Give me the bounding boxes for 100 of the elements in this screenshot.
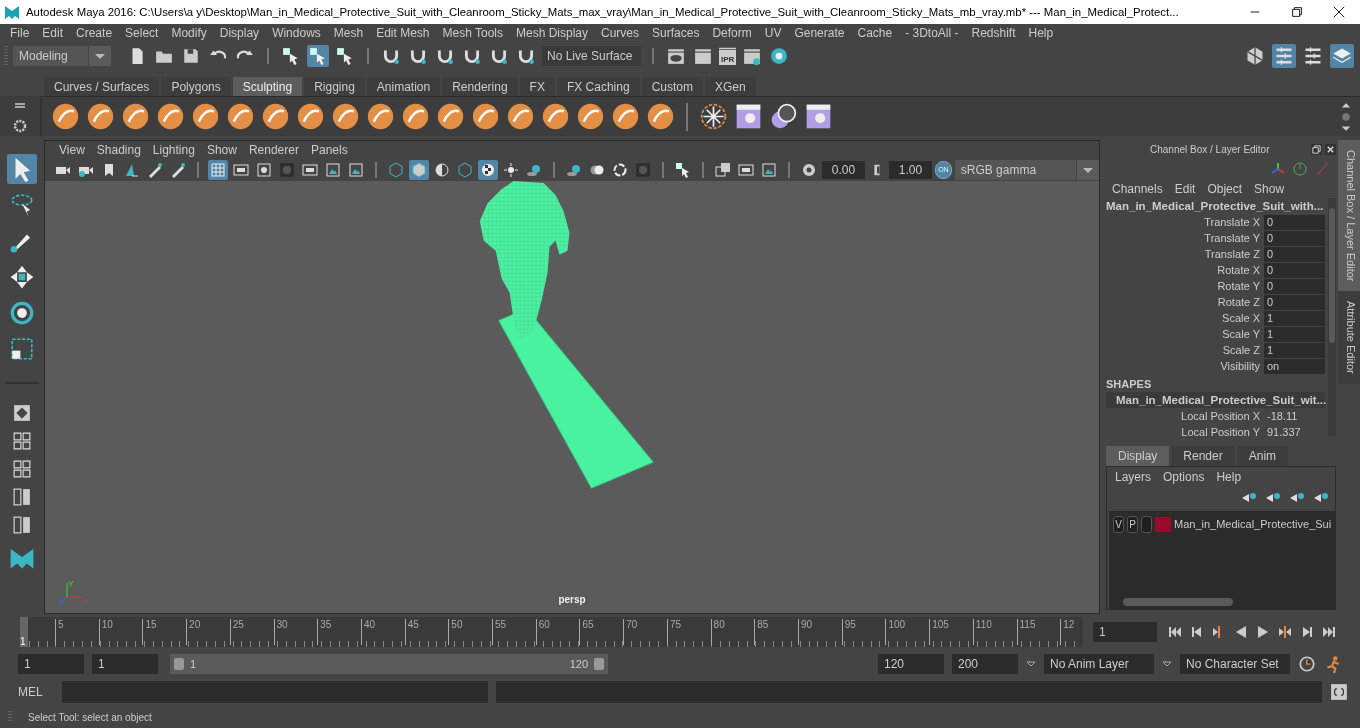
time-range-bar[interactable]: 1 120 xyxy=(170,654,608,674)
wire-cube-icon[interactable] xyxy=(386,160,406,180)
side-panel-tab[interactable]: Channel Box / Layer Editor xyxy=(1338,140,1360,292)
character-set-dropdown[interactable]: No Character Set xyxy=(1180,654,1290,674)
sculpt-brush-icon[interactable] xyxy=(190,101,221,132)
channel-name[interactable]: Rotate Z xyxy=(1106,296,1264,308)
channel-box-menu-item[interactable]: Edit xyxy=(1168,182,1202,196)
menu-item[interactable]: - 3DtoAll - xyxy=(899,26,965,40)
sculpt-brush-icon[interactable] xyxy=(400,101,431,132)
shape-name[interactable]: Man_in_Medical_Protective_Suit_wit... xyxy=(1106,392,1325,408)
running-figure-icon[interactable] xyxy=(1324,655,1342,673)
next-key-icon[interactable] xyxy=(1277,624,1293,640)
sculpt-brush-icon[interactable] xyxy=(50,101,81,132)
shelf-tab[interactable]: Rendering xyxy=(442,77,518,96)
command-input-field[interactable] xyxy=(62,681,488,703)
checker-icon[interactable] xyxy=(478,160,498,180)
close-icon[interactable] xyxy=(1325,143,1336,155)
sculpt-brush-icon[interactable] xyxy=(330,101,361,132)
channel-value-field[interactable]: 1 xyxy=(1264,342,1325,358)
layer-name[interactable]: Man_in_Medical_Protective_Sui xyxy=(1174,518,1332,530)
sculpt-brush-icon[interactable] xyxy=(540,101,571,132)
channel-value-field[interactable]: 1 xyxy=(1264,326,1325,342)
layer-menu-item[interactable]: Options xyxy=(1157,470,1211,484)
menu-item[interactable]: Cache xyxy=(851,26,899,40)
channel-name[interactable]: Local Position Y xyxy=(1106,426,1264,438)
menu-item[interactable]: Deform xyxy=(706,26,758,40)
skip-end-icon[interactable] xyxy=(1321,624,1337,640)
visibility-toggle[interactable]: V xyxy=(1113,515,1124,533)
channel-value-field[interactable]: 0 xyxy=(1264,230,1325,246)
layer-menu-item[interactable]: Layers xyxy=(1109,470,1158,484)
stacked-squares-icon[interactable] xyxy=(713,160,733,180)
menu-item[interactable]: Select xyxy=(119,26,165,40)
mode-dropdown[interactable]: Modeling xyxy=(13,46,111,66)
current-frame-marker[interactable]: 1 xyxy=(20,617,28,647)
menu-item[interactable]: Curves xyxy=(595,26,646,40)
channel-name[interactable]: Rotate Y xyxy=(1106,280,1264,292)
sculpt-brush-icon[interactable] xyxy=(155,101,186,132)
channel-name[interactable]: Scale Z xyxy=(1106,344,1264,356)
channel-name[interactable]: Translate Z xyxy=(1106,248,1264,260)
menu-item[interactable]: Help xyxy=(1022,26,1060,40)
scrollbar[interactable] xyxy=(1328,198,1336,436)
color-space-dropdown[interactable]: sRGB gamma xyxy=(954,160,1099,180)
shelf-tab[interactable]: Polygons xyxy=(161,77,231,96)
sculpt-brush-icon[interactable] xyxy=(505,101,536,132)
shelf-tab[interactable]: FX xyxy=(519,77,555,96)
channel-box-menu-item[interactable]: Show xyxy=(1248,182,1291,196)
sculpt-brush-icon[interactable] xyxy=(120,101,151,132)
layer-arrow-icon[interactable] xyxy=(1313,491,1329,503)
sculpt-brush-icon[interactable] xyxy=(295,101,326,132)
channel-name[interactable]: Translate Y xyxy=(1106,232,1264,244)
script-editor-icon[interactable] xyxy=(1330,683,1348,701)
playback-toggle[interactable]: P xyxy=(1127,515,1138,533)
command-language-label[interactable]: MEL xyxy=(18,685,54,699)
menu-item[interactable]: Edit Mesh xyxy=(370,26,436,40)
object-name[interactable]: Man_in_Medical_Protective_Suit_with... xyxy=(1106,198,1325,214)
channel-value-field[interactable]: 0 xyxy=(1264,246,1325,262)
layer-editor-tab[interactable]: Anim xyxy=(1236,446,1289,466)
playback-start-field[interactable]: 1 xyxy=(92,654,158,674)
menu-item[interactable]: Modify xyxy=(165,26,213,40)
viewport-menu-item[interactable]: Show xyxy=(200,143,243,157)
gamma-field[interactable]: 1.00 xyxy=(889,161,933,179)
channel-name[interactable]: Scale X xyxy=(1106,312,1264,324)
sculpt-brush-icon[interactable] xyxy=(435,101,466,132)
channel-value-field[interactable]: 0 xyxy=(1264,262,1325,278)
sculpt-brush-icon[interactable] xyxy=(575,101,606,132)
split-pane-icon[interactable] xyxy=(11,486,33,508)
channel-value[interactable]: 91.337 xyxy=(1264,424,1325,440)
sculpt-brush-icon[interactable] xyxy=(645,101,676,132)
time-ruler[interactable]: 5 10 15 20 25 30 35 40 45 50 55 60 65 70 75 80 85 90 95 100 105 110 115 12 1 xyxy=(20,617,1083,647)
sculpt-brush-icon[interactable] xyxy=(470,101,501,132)
channel-name[interactable]: Scale Y xyxy=(1106,328,1264,340)
shelf-tab[interactable]: Sculpting xyxy=(232,77,303,96)
channel-value-field[interactable]: on xyxy=(1264,358,1325,374)
channel-value-field[interactable]: 1 xyxy=(1264,310,1325,326)
channel-name[interactable]: Rotate X xyxy=(1106,264,1264,276)
shelf-tab[interactable]: Animation xyxy=(366,77,441,96)
menu-item[interactable]: Windows xyxy=(266,26,327,40)
menu-item[interactable]: UV xyxy=(758,26,788,40)
channel-value[interactable]: -18.11 xyxy=(1264,408,1325,424)
menu-item[interactable]: Edit xyxy=(36,26,70,40)
menu-item[interactable]: Mesh xyxy=(327,26,370,40)
menu-item[interactable]: Display xyxy=(213,26,266,40)
anim-layer-dropdown[interactable]: No Anim Layer xyxy=(1044,654,1154,674)
grid-icon[interactable] xyxy=(208,160,228,180)
scrollbar[interactable] xyxy=(1109,597,1335,609)
clock-icon[interactable] xyxy=(1298,655,1316,673)
restore-icon[interactable] xyxy=(1290,5,1304,19)
shelf-tab[interactable]: Curves / Surfaces xyxy=(44,77,160,96)
sculpt-brush-icon[interactable] xyxy=(85,101,116,132)
half-circle-icon[interactable] xyxy=(432,160,452,180)
sculpt-brush-icon[interactable] xyxy=(365,101,396,132)
ipr-render-button[interactable]: IPR xyxy=(719,47,737,65)
picture-icon[interactable] xyxy=(323,160,343,180)
current-frame-field[interactable]: 1 xyxy=(1093,622,1157,642)
shelf-tab[interactable]: Rigging xyxy=(304,77,365,96)
shelf-tab[interactable]: FX Caching xyxy=(556,77,640,96)
picture-icon[interactable] xyxy=(759,160,779,180)
menu-item[interactable]: Create xyxy=(70,26,119,40)
start-frame-field[interactable]: 1 xyxy=(18,654,84,674)
skip-start-icon[interactable] xyxy=(1167,624,1183,640)
